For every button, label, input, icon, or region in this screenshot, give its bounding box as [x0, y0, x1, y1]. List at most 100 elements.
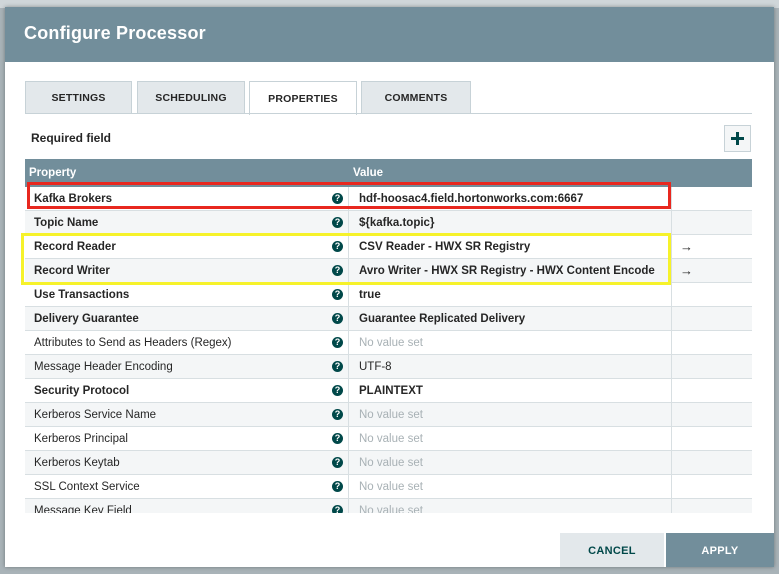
question-icon[interactable]: ? — [332, 433, 343, 444]
dialog-title: Configure Processor — [24, 23, 206, 43]
question-icon[interactable]: ? — [332, 481, 343, 492]
property-name: Topic Name — [34, 217, 99, 229]
property-name: SSL Context Service — [34, 481, 140, 493]
property-value[interactable]: No value set — [359, 481, 423, 493]
property-name: Security Protocol — [34, 385, 130, 397]
column-divider — [348, 331, 349, 355]
column-divider — [348, 307, 349, 331]
column-divider — [671, 451, 672, 475]
go-to-service-arrow-icon[interactable]: → — [680, 263, 693, 278]
property-value[interactable]: No value set — [359, 337, 423, 349]
column-divider — [348, 403, 349, 427]
column-divider — [348, 187, 349, 211]
table-row[interactable]: Security Protocol? PLAINTEXT — [25, 379, 752, 403]
table-row[interactable]: SSL Context Service? No value set — [25, 475, 752, 499]
properties-table: Property Value Kafka Brokers? hdf-hoosac4… — [25, 159, 752, 513]
table-row[interactable]: Kerberos Keytab? No value set — [25, 451, 752, 475]
question-icon[interactable]: ? — [332, 337, 343, 348]
add-property-button[interactable] — [724, 125, 751, 152]
question-icon[interactable]: ? — [332, 193, 343, 204]
column-divider — [348, 499, 349, 513]
column-divider — [671, 355, 672, 379]
question-icon[interactable]: ? — [332, 385, 343, 396]
table-body: Kafka Brokers? hdf-hoosac4.field.hortonwo… — [25, 187, 752, 513]
property-value[interactable]: PLAINTEXT — [359, 385, 423, 397]
property-value[interactable]: No value set — [359, 505, 423, 513]
property-name: Message Key Field — [34, 505, 132, 513]
property-name: Record Reader — [34, 241, 116, 253]
tab-scheduling[interactable]: SCHEDULING — [137, 81, 245, 114]
column-divider — [671, 187, 672, 211]
column-divider — [671, 403, 672, 427]
configure-processor-dialog: Configure Processor SETTINGS SCHEDULING … — [5, 7, 774, 567]
table-row[interactable]: Message Header Encoding? UTF-8 — [25, 355, 752, 379]
column-divider — [671, 379, 672, 403]
question-icon[interactable]: ? — [332, 241, 343, 252]
tab-settings[interactable]: SETTINGS — [25, 81, 132, 114]
property-name: Record Writer — [34, 265, 110, 277]
table-row[interactable]: Record Writer? Avro Writer - HWX SR Regis… — [25, 259, 752, 283]
column-divider — [348, 211, 349, 235]
property-name: Kerberos Principal — [34, 433, 128, 445]
table-row[interactable]: Use Transactions? true — [25, 283, 752, 307]
question-icon[interactable]: ? — [332, 457, 343, 468]
property-value[interactable]: Guarantee Replicated Delivery — [359, 313, 525, 325]
table-row[interactable]: Topic Name? ${kafka.topic} — [25, 211, 752, 235]
table-row[interactable]: Message Key Field? No value set — [25, 499, 752, 513]
question-icon[interactable]: ? — [332, 289, 343, 300]
table-header: Property Value — [25, 159, 752, 187]
cancel-button[interactable]: CANCEL — [560, 533, 664, 567]
property-value[interactable]: No value set — [359, 409, 423, 421]
property-value[interactable]: UTF-8 — [359, 361, 392, 373]
column-divider — [671, 211, 672, 235]
property-name: Kerberos Keytab — [34, 457, 120, 469]
go-to-service-arrow-icon[interactable]: → — [680, 239, 693, 254]
property-name: Attributes to Send as Headers (Regex) — [34, 337, 232, 349]
property-value[interactable]: hdf-hoosac4.field.hortonworks.com:6667 — [359, 193, 583, 205]
column-divider — [671, 307, 672, 331]
property-name: Kerberos Service Name — [34, 409, 157, 421]
property-value[interactable]: No value set — [359, 457, 423, 469]
required-field-label: Required field — [31, 131, 112, 145]
tab-properties[interactable]: PROPERTIES — [249, 81, 357, 115]
table-row[interactable]: Kerberos Principal? No value set — [25, 427, 752, 451]
table-row[interactable]: Attributes to Send as Headers (Regex)? No… — [25, 331, 752, 355]
column-header-value[interactable]: Value — [353, 167, 383, 179]
column-divider — [671, 475, 672, 499]
dialog-titlebar: Configure Processor — [5, 7, 774, 62]
column-divider — [348, 283, 349, 307]
column-divider — [348, 235, 349, 259]
column-divider — [348, 427, 349, 451]
property-name: Message Header Encoding — [34, 361, 173, 373]
table-row[interactable]: Delivery Guarantee? Guarantee Replicated … — [25, 307, 752, 331]
question-icon[interactable]: ? — [332, 409, 343, 420]
tab-divider — [25, 113, 752, 114]
property-value[interactable]: No value set — [359, 433, 423, 445]
column-divider — [671, 331, 672, 355]
plus-icon — [731, 132, 744, 145]
question-icon[interactable]: ? — [332, 265, 343, 276]
property-name: Delivery Guarantee — [34, 313, 139, 325]
property-value[interactable]: true — [359, 289, 381, 301]
table-row[interactable]: Kerberos Service Name? No value set — [25, 403, 752, 427]
column-divider — [348, 259, 349, 283]
property-value[interactable]: ${kafka.topic} — [359, 217, 434, 229]
question-icon[interactable]: ? — [332, 313, 343, 324]
property-value[interactable]: CSV Reader - HWX SR Registry — [359, 241, 530, 253]
question-icon[interactable]: ? — [332, 361, 343, 372]
column-header-property[interactable]: Property — [29, 167, 76, 179]
column-divider — [671, 235, 672, 259]
question-icon[interactable]: ? — [332, 217, 343, 228]
column-divider — [671, 427, 672, 451]
question-icon[interactable]: ? — [332, 505, 343, 513]
table-row[interactable]: Record Reader? CSV Reader - HWX SR Regist… — [25, 235, 752, 259]
property-value[interactable]: Avro Writer - HWX SR Registry - HWX Cont… — [359, 265, 655, 277]
column-divider — [348, 355, 349, 379]
column-divider — [348, 379, 349, 403]
column-divider — [671, 259, 672, 283]
tab-comments[interactable]: COMMENTS — [361, 81, 471, 114]
property-name: Use Transactions — [34, 289, 130, 301]
table-row[interactable]: Kafka Brokers? hdf-hoosac4.field.hortonwo… — [25, 187, 752, 211]
apply-button[interactable]: APPLY — [666, 533, 774, 567]
column-divider — [671, 283, 672, 307]
